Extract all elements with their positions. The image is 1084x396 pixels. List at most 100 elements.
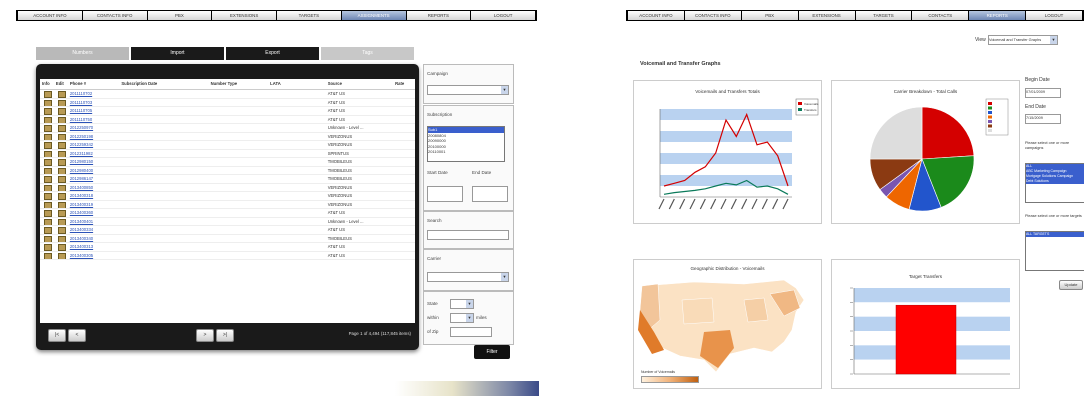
info-icon[interactable]: [44, 99, 52, 106]
right-nav-tab[interactable]: LOGOUT: [1026, 11, 1082, 20]
zip-input[interactable]: [450, 327, 492, 337]
left-nav-tab[interactable]: EXTENSIONS: [212, 11, 276, 20]
edit-icon[interactable]: [57, 91, 66, 98]
table-row[interactable]: 2012311982 SPRINTUS: [40, 150, 415, 158]
right-nav-tab[interactable]: CONTACTS INFO: [684, 11, 741, 20]
edit-icon[interactable]: [57, 150, 66, 157]
edit-icon[interactable]: [57, 116, 66, 123]
carrier-select[interactable]: ▼: [427, 272, 509, 282]
view-select[interactable]: Voicemail and Transfer Graphs ▼: [988, 35, 1058, 45]
row-phone-link[interactable]: 2011110702: [68, 90, 120, 98]
row-phone-link[interactable]: 2013400334: [68, 226, 120, 234]
row-phone-link[interactable]: 2013400401: [68, 218, 120, 226]
left-nav-tab[interactable]: REPORTS: [406, 11, 471, 20]
subtab-import[interactable]: Import: [131, 47, 224, 60]
row-phone-link[interactable]: 2013400360: [68, 209, 120, 217]
table-row[interactable]: 2013400401 Unknown - Level ...: [40, 218, 415, 226]
left-nav-tab[interactable]: LOGOUT: [471, 11, 535, 20]
info-icon[interactable]: [44, 133, 52, 140]
edit-icon[interactable]: [57, 125, 66, 132]
end-date-input[interactable]: [472, 186, 508, 202]
campaigns-list[interactable]: ALL ABC Marketing Campaign Mortgage Solu…: [1025, 163, 1084, 203]
next-page-button[interactable]: >: [196, 329, 214, 342]
list-item[interactable]: Debt Solutions: [1026, 179, 1084, 184]
prev-page-button[interactable]: <: [68, 329, 86, 342]
table-row[interactable]: 2011110703 AT&T US: [40, 99, 415, 107]
right-nav-tab[interactable]: ACCOUNT INFO: [628, 11, 684, 20]
search-input[interactable]: [427, 230, 509, 240]
row-phone-link[interactable]: 2011110750: [68, 116, 120, 124]
info-icon[interactable]: [44, 125, 52, 132]
table-row[interactable]: 2012250970 Unknown - Level ...: [40, 124, 415, 133]
state-select[interactable]: ▼: [450, 299, 474, 309]
right-nav-tab[interactable]: CONTACTS: [912, 11, 969, 20]
row-phone-link[interactable]: 2011110705: [68, 107, 120, 115]
update-button[interactable]: Update: [1059, 280, 1083, 290]
table-row[interactable]: 2011110750 AT&T US: [40, 116, 415, 124]
row-phone-link[interactable]: 2012986147: [68, 175, 120, 183]
subtab-tags[interactable]: Tags: [321, 47, 414, 60]
edit-icon[interactable]: [57, 159, 66, 166]
col-phone-header[interactable]: Phone #: [68, 79, 120, 89]
table-row[interactable]: 2012980400 TMOBILEUS: [40, 167, 415, 175]
col-lata-header[interactable]: LATA: [268, 79, 326, 89]
row-phone-link[interactable]: 2013400319: [68, 201, 120, 209]
subscription-list[interactable]: Sub1 20080804 20090000 20100000 20110001: [427, 126, 505, 162]
col-info-header[interactable]: Info: [40, 79, 54, 89]
left-nav-tab[interactable]: PBX: [147, 11, 212, 20]
row-phone-link[interactable]: 2011110703: [68, 99, 120, 107]
table-row[interactable]: 2011110705 AT&T US: [40, 107, 415, 116]
edit-icon[interactable]: [57, 244, 66, 251]
info-icon[interactable]: [44, 91, 52, 98]
col-rate-header[interactable]: Rate: [393, 79, 415, 89]
within-select[interactable]: ▼: [450, 313, 474, 323]
info-icon[interactable]: [44, 210, 52, 217]
table-row[interactable]: 2012980150 TMOBILEUS: [40, 158, 415, 167]
info-icon[interactable]: [44, 235, 52, 242]
left-nav-tab[interactable]: ACCOUNT INFO: [18, 11, 82, 20]
table-row[interactable]: 2013400360 AT&T US: [40, 209, 415, 218]
info-icon[interactable]: [44, 184, 52, 191]
edit-icon[interactable]: [57, 176, 66, 183]
left-nav-tab-active[interactable]: ASSIGNMENTS: [341, 11, 406, 20]
table-row[interactable]: 2013400305 AT&T US: [40, 252, 415, 260]
edit-icon[interactable]: [57, 235, 66, 242]
table-row[interactable]: 2012259342 VERIZONUS: [40, 141, 415, 150]
table-row[interactable]: 2013400318 VERIZONUS: [40, 192, 415, 201]
info-icon[interactable]: [44, 227, 52, 234]
campaign-select[interactable]: ▼: [427, 85, 509, 95]
col-source-header[interactable]: Source: [326, 79, 393, 89]
row-phone-link[interactable]: 2012250198: [68, 133, 120, 141]
edit-icon[interactable]: [57, 210, 66, 217]
row-phone-link[interactable]: 2012250970: [68, 124, 120, 132]
table-row[interactable]: 2013400319 VERIZONUS: [40, 201, 415, 209]
row-phone-link[interactable]: 2013400850: [68, 184, 120, 192]
table-row[interactable]: 2013400340 TMOBILEUS: [40, 235, 415, 243]
info-icon[interactable]: [44, 244, 52, 251]
edit-icon[interactable]: [57, 167, 66, 174]
edit-icon[interactable]: [57, 227, 66, 234]
table-row[interactable]: 2013400334 AT&T US: [40, 226, 415, 235]
edit-icon[interactable]: [57, 184, 66, 191]
row-phone-link[interactable]: 2013400313: [68, 243, 120, 251]
row-phone-link[interactable]: 2013400340: [68, 235, 120, 243]
info-icon[interactable]: [44, 116, 52, 123]
info-icon[interactable]: [44, 159, 52, 166]
end-date-input[interactable]: 7/15/2009: [1025, 114, 1061, 124]
edit-icon[interactable]: [57, 99, 66, 106]
begin-date-input[interactable]: 07/01/2009: [1025, 88, 1061, 98]
edit-icon[interactable]: [57, 218, 66, 225]
targets-list[interactable]: ALL TARGETS: [1025, 231, 1084, 271]
info-icon[interactable]: [44, 252, 52, 259]
info-icon[interactable]: [44, 218, 52, 225]
right-nav-tab-active[interactable]: REPORTS: [969, 11, 1026, 20]
col-subscription-header[interactable]: Subscription Date: [119, 79, 208, 89]
start-date-input[interactable]: [427, 186, 463, 202]
left-nav-tab[interactable]: CONTACTS INFO: [82, 11, 147, 20]
col-type-header[interactable]: Number Type: [209, 79, 269, 89]
edit-icon[interactable]: [57, 201, 66, 208]
edit-icon[interactable]: [57, 133, 66, 140]
list-item[interactable]: ALL TARGETS: [1026, 232, 1084, 237]
row-phone-link[interactable]: 2013400318: [68, 192, 120, 200]
row-phone-link[interactable]: 2013400305: [68, 252, 120, 260]
